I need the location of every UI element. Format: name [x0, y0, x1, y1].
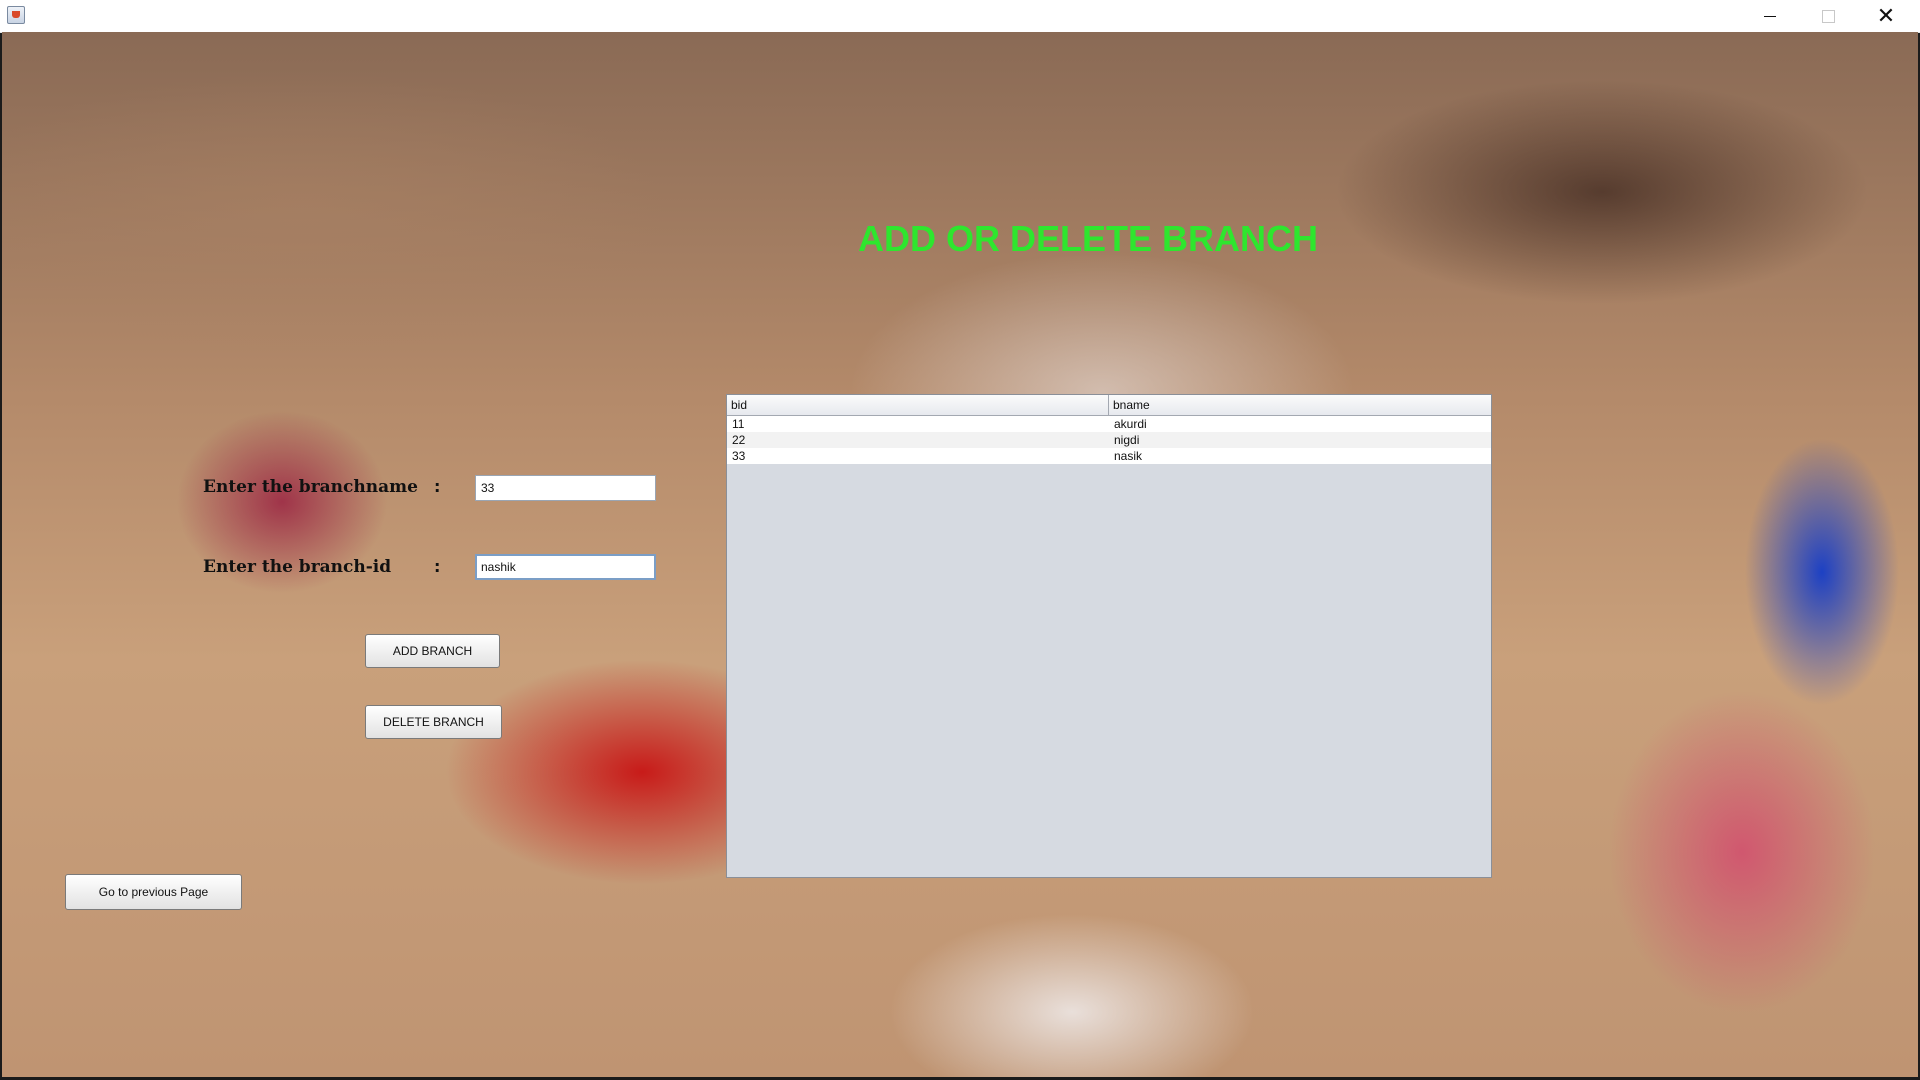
- cell-bid: 11: [732, 417, 745, 431]
- minimize-button[interactable]: [1741, 0, 1799, 32]
- cell-bid: 33: [732, 449, 746, 463]
- close-icon: ✕: [1876, 3, 1896, 29]
- column-header-bid[interactable]: bid: [727, 395, 1109, 415]
- cell-bname: akurdi: [1114, 417, 1147, 431]
- branchname-label: Enter the branchname: [203, 477, 418, 497]
- table-body: 11 akurdi 22 nigdi 33 nasik: [727, 416, 1491, 464]
- page-title: ADD OR DELETE BRANCH: [858, 218, 1319, 259]
- cell-bid: 22: [732, 433, 746, 447]
- branch-table[interactable]: bid bname 11 akurdi 22 nigdi 33 nasik: [726, 394, 1492, 878]
- java-app-icon: [7, 6, 25, 24]
- table-row[interactable]: 11 akurdi: [727, 416, 1491, 432]
- maximize-icon: [1821, 9, 1835, 23]
- add-branch-button[interactable]: ADD BRANCH: [365, 634, 500, 668]
- branchname-field[interactable]: 33: [475, 475, 656, 501]
- column-header-bname[interactable]: bname: [1109, 395, 1491, 415]
- maximize-button[interactable]: [1799, 0, 1857, 32]
- table-row[interactable]: 33 nasik: [727, 448, 1491, 464]
- table-header: bid bname: [727, 395, 1491, 416]
- table-row[interactable]: 22 nigdi: [727, 432, 1491, 448]
- cell-bname: nasik: [1114, 449, 1143, 463]
- title-bar[interactable]: ✕: [0, 0, 1920, 33]
- close-button[interactable]: ✕: [1857, 0, 1915, 32]
- branchid-colon: :: [434, 557, 441, 576]
- minimize-icon: [1764, 15, 1776, 17]
- branchname-colon: :: [434, 477, 441, 496]
- delete-branch-button[interactable]: DELETE BRANCH: [365, 705, 502, 739]
- branchid-field[interactable]: nashik: [475, 554, 656, 580]
- cell-bname: nigdi: [1114, 433, 1140, 447]
- content-panel: ADD OR DELETE BRANCH Enter the branchnam…: [2, 32, 1918, 1077]
- app-window: ✕ ADD OR DELETE BRANCH Enter the branchn…: [0, 0, 1920, 1080]
- branchid-label: Enter the branch-id: [203, 557, 392, 577]
- previous-page-button[interactable]: Go to previous Page: [65, 874, 242, 910]
